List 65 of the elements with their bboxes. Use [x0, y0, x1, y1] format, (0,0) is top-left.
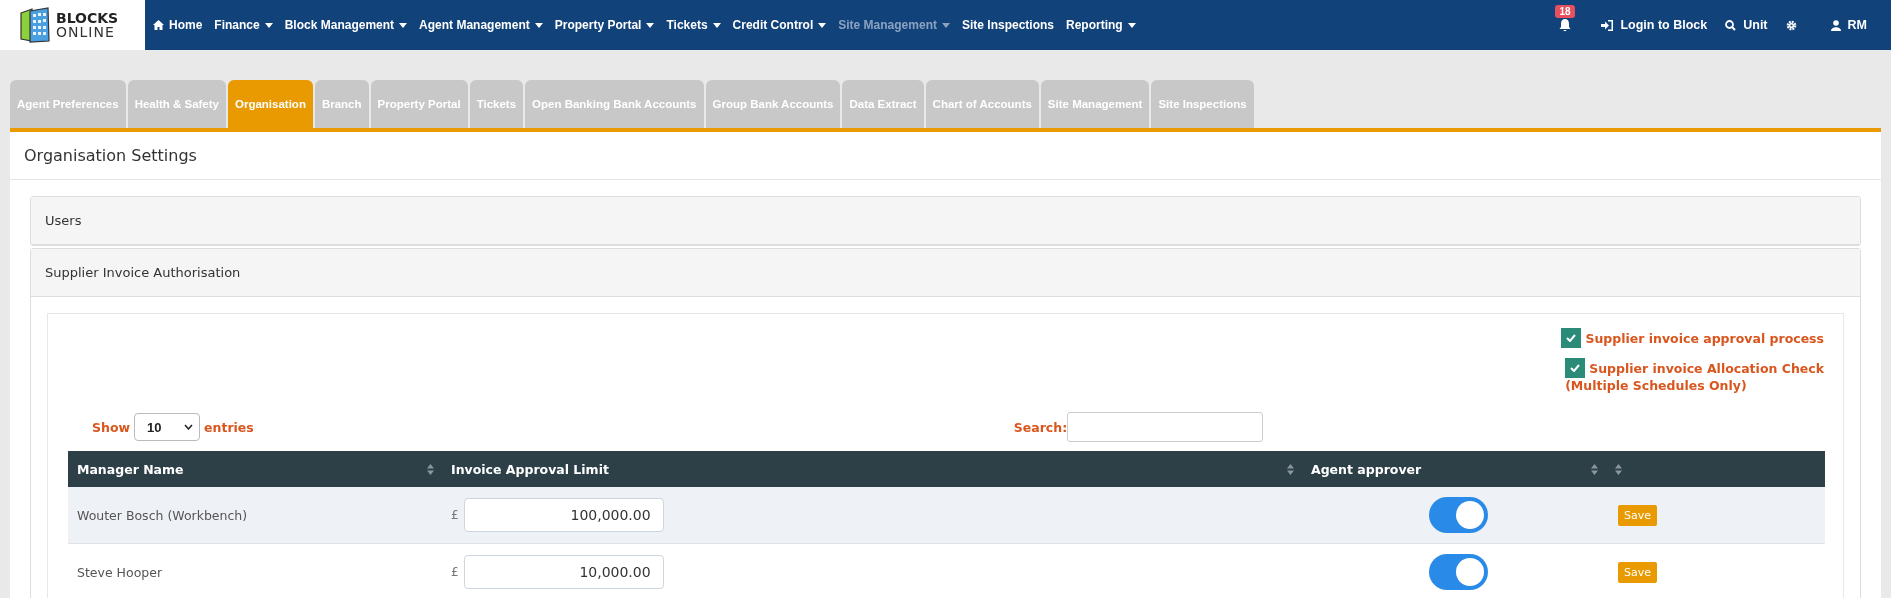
nav-menu-item[interactable]: Home	[153, 18, 203, 32]
agent-approver-toggle[interactable]	[1429, 554, 1488, 590]
nav-menu-item[interactable]: Tickets	[666, 18, 721, 32]
caret-icon	[712, 22, 721, 28]
page-title: Organisation Settings	[10, 132, 1881, 180]
section-header[interactable]: Supplier Invoice Authorisation	[31, 249, 1860, 297]
checkbox-label: Supplier invoice approval process	[1585, 330, 1824, 346]
chevron-down-icon	[184, 424, 194, 430]
buildings-logo-icon	[18, 7, 52, 43]
manager-name: Wouter Bosch (Workbench)	[77, 507, 248, 523]
nav-menu-item[interactable]: Finance	[214, 18, 273, 32]
nav-menu-item[interactable]: Credit Control	[732, 18, 827, 32]
caret-icon	[534, 22, 543, 28]
notification-count-badge: 18	[1555, 4, 1575, 18]
page-size-select[interactable]: 10	[134, 413, 201, 441]
search-field[interactable]	[1067, 412, 1264, 442]
manager-name: Steve Hooper	[77, 564, 163, 580]
checkbox[interactable]	[1565, 358, 1586, 378]
caret-icon	[399, 22, 408, 28]
checkbox-label: Supplier invoice Allocation Check	[1589, 360, 1824, 376]
settings-icon	[1785, 19, 1797, 31]
user-icon	[1830, 19, 1841, 31]
caret-icon	[646, 22, 655, 28]
sort-icon	[1287, 463, 1294, 475]
search-label: Search:	[1013, 419, 1068, 435]
home-icon	[153, 20, 164, 30]
checkbox-note: (Multiple Schedules Only)	[1565, 378, 1748, 393]
nav-menu-item[interactable]: Site Inspections	[961, 18, 1054, 32]
nav-menu-item[interactable]: Agent Management	[419, 18, 543, 32]
logo-subtext: ONLINE	[56, 25, 116, 39]
sign-in-icon	[1601, 19, 1614, 31]
column-header[interactable]: Agent approver	[1302, 451, 1606, 487]
login-to-block-link[interactable]: Login to Block	[1601, 18, 1708, 32]
checkbox[interactable]	[1561, 328, 1582, 348]
column-title: Manager Name	[77, 461, 184, 477]
sort-icon	[427, 463, 434, 475]
currency-symbol: £	[451, 508, 459, 522]
caret-icon	[941, 22, 950, 28]
show-label: Show	[92, 419, 131, 435]
column-header[interactable]: Invoice Approval Limit	[442, 451, 1302, 487]
column-header[interactable]: Manager Name	[68, 451, 442, 487]
settings-button[interactable]	[1785, 19, 1797, 31]
nav-menu-item[interactable]: Property Portal	[554, 18, 655, 32]
unit-search-link[interactable]: Unit	[1725, 18, 1768, 32]
user-menu-link[interactable]: RM	[1830, 18, 1867, 32]
caret-icon	[264, 22, 273, 28]
check-icon	[1570, 364, 1581, 372]
section-header[interactable]: Users	[31, 197, 1860, 245]
approval-limit-field[interactable]: 100,000.00	[463, 498, 664, 532]
notifications-bell-icon[interactable]	[1559, 18, 1572, 32]
currency-symbol: £	[451, 565, 459, 579]
entries-label: entries	[204, 419, 254, 435]
search-icon	[1725, 19, 1737, 31]
sort-icon	[1615, 463, 1622, 475]
agent-approver-toggle[interactable]	[1429, 497, 1488, 533]
check-icon	[1566, 334, 1577, 342]
nav-menu-item[interactable]: Reporting	[1066, 18, 1136, 32]
nav-menu-item[interactable]: Block Management	[284, 18, 408, 32]
column-title: Invoice Approval Limit	[451, 461, 609, 477]
logo-text: BLOCKS	[56, 11, 119, 25]
caret-icon	[818, 22, 827, 28]
caret-icon	[1127, 22, 1136, 28]
column-title: Agent approver	[1311, 461, 1422, 477]
sort-icon	[1591, 463, 1598, 475]
approval-limit-field[interactable]: 10,000.00	[463, 555, 664, 589]
